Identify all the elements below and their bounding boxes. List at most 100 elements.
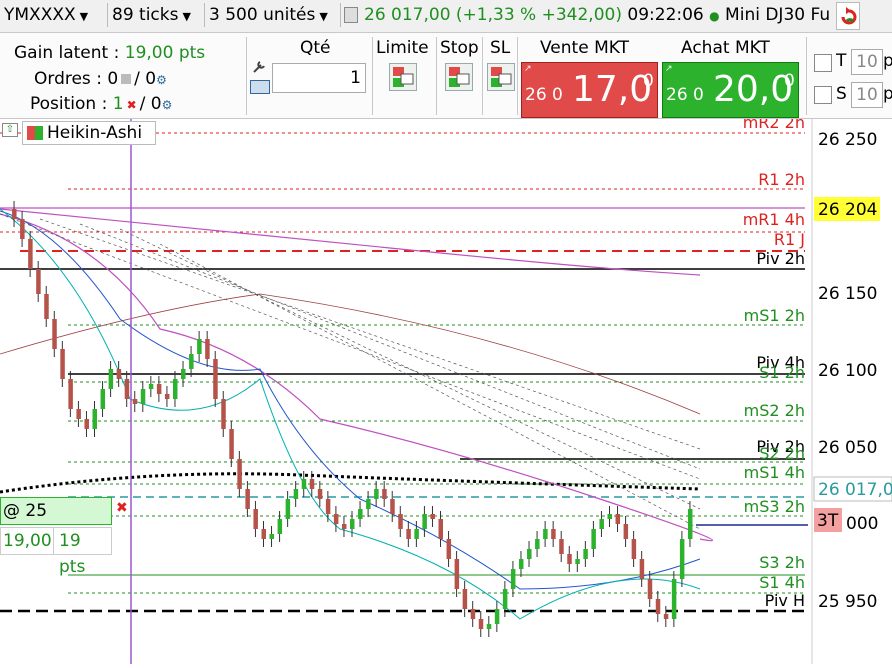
price-tick: 26 150: [818, 284, 877, 304]
quote-bar: 26 017,00 (+1,33 % +342,00) 09:22:06 ● M…: [344, 3, 830, 27]
take-profit-input[interactable]: 10: [851, 49, 883, 75]
sell-price-fraction: 0: [643, 71, 654, 91]
interval-dropdown[interactable]: 89 ticks ▼: [108, 3, 205, 27]
t-label: T: [836, 51, 847, 71]
level-s2-2h: S2 2h: [759, 444, 805, 463]
gear-icon[interactable]: ⚙: [162, 98, 173, 112]
chart-icon: [344, 7, 358, 23]
s-label: S: [836, 84, 847, 104]
candle: [28, 239, 33, 269]
last-price-axis-label: 26 017,0: [818, 480, 892, 500]
candle: [140, 389, 146, 404]
collapse-icon[interactable]: ⇧: [2, 123, 18, 137]
take-profit-checkbox[interactable]: [814, 54, 832, 72]
candle: [148, 384, 154, 389]
candle: [422, 514, 427, 529]
buy-market-button[interactable]: 26 0 20,0 0 ↗: [662, 62, 799, 118]
gear-icon[interactable]: ⚙: [156, 73, 167, 87]
interval-label: 89 ticks: [112, 5, 179, 25]
candle: [527, 549, 532, 559]
refresh-icon[interactable]: [836, 2, 860, 30]
candle: [575, 559, 580, 564]
order-panel: Gain latent : 19,00 pts Ordres : 0/ 0⚙ P…: [0, 33, 892, 119]
instrument-dropdown[interactable]: YMXXXX ▼: [0, 3, 108, 27]
wrench-icon[interactable]: [252, 59, 266, 73]
position-box[interactable]: @ 25 998,00 ✖ 19,00 19 pts: [0, 497, 130, 577]
last-price-change: 26 017,00 (+1,33 % +342,00): [364, 5, 622, 25]
candle: [591, 529, 596, 549]
buy-price-fraction: 0: [784, 71, 795, 91]
status-dot-icon: ●: [709, 9, 720, 23]
candle: [221, 399, 226, 429]
candle: [44, 294, 49, 319]
sell-price-prefix: 26 0: [525, 85, 563, 105]
candle: [366, 499, 371, 509]
stop-loss-input[interactable]: 10: [851, 82, 883, 108]
candle: [100, 389, 106, 409]
sell-market-button[interactable]: 26 0 17,0 0 ↗: [521, 62, 658, 118]
qty-header: Qté: [300, 38, 331, 58]
level-s3-2h: S3 2h: [759, 553, 805, 572]
level-r1-j: R1 J: [774, 230, 805, 249]
divider: [246, 37, 247, 115]
candle: [535, 539, 540, 549]
expand-icon: ↗: [665, 64, 673, 74]
candle: [374, 489, 379, 499]
close-position-icon[interactable]: ✖: [127, 98, 137, 112]
candle: [116, 369, 122, 379]
candle: [108, 369, 114, 389]
chevron-down-icon: ▼: [182, 10, 191, 23]
price-chart[interactable]: mR2 2h R1 2h mR1 4h R1 J Piv 2h mS1 2h P…: [0, 113, 892, 664]
contract-label: Mini DJ30 Fu: [725, 5, 831, 25]
candle: [478, 619, 484, 629]
chart-canvas[interactable]: mR2 2h R1 2h mR1 4h R1 J Piv 2h mS1 2h P…: [0, 113, 892, 664]
cancel-grey-icon[interactable]: [121, 74, 132, 84]
limit-header: Limite: [376, 38, 429, 58]
keyboard-icon[interactable]: [250, 80, 270, 94]
buy-price: 20,0: [713, 69, 794, 110]
candle: [398, 514, 403, 529]
candle: [92, 409, 98, 429]
stop-loss-checkbox[interactable]: [814, 86, 832, 104]
candle: [406, 529, 411, 539]
quantity-dropdown[interactable]: 3 500 unités ▼: [205, 3, 341, 27]
close-position-icon[interactable]: ✖: [116, 500, 128, 516]
candle: [559, 539, 564, 554]
level-ms1-4h: mS1 4h: [744, 463, 805, 482]
stop-loss-button[interactable]: [487, 63, 515, 91]
unrealized-gain: Gain latent : 19,00 pts: [14, 43, 205, 63]
price-tick: 26 050: [818, 438, 877, 458]
limit-order-button[interactable]: [389, 63, 417, 91]
candle: [12, 209, 17, 219]
level-ms3-2h: mS3 2h: [744, 497, 805, 516]
candle: [639, 559, 645, 579]
candle: [237, 459, 242, 489]
quantity-input[interactable]: [272, 63, 366, 93]
candle: [76, 409, 81, 419]
level-r1-2h: R1 2h: [758, 170, 805, 189]
chevron-down-icon: ▼: [319, 10, 328, 23]
candle: [172, 379, 178, 399]
candle: [567, 554, 572, 564]
chevron-down-icon: ▼: [79, 10, 89, 23]
candle: [543, 529, 548, 539]
candle: [687, 509, 693, 539]
level-s1-2h: S1 2h: [759, 363, 805, 382]
candle: [631, 539, 637, 559]
timer-badge-label: 3T: [817, 511, 839, 531]
candle: [229, 429, 234, 459]
time-label: 09:22:06: [627, 5, 704, 25]
candle: [181, 369, 186, 379]
current-price-label: 26 204: [818, 200, 877, 220]
heikin-ashi-tag[interactable]: Heikin-Ashi: [22, 121, 156, 145]
stop-order-button[interactable]: [445, 63, 473, 91]
candle: [350, 519, 355, 529]
position-entry: @ 25 998,00: [0, 497, 112, 547]
candle: [68, 379, 73, 409]
position-row: Position : 1 ✖/ 0⚙: [30, 94, 172, 114]
candle: [470, 609, 476, 619]
candle: [679, 539, 685, 579]
candle: [20, 219, 25, 239]
candle: [502, 589, 508, 609]
candle: [309, 479, 315, 489]
